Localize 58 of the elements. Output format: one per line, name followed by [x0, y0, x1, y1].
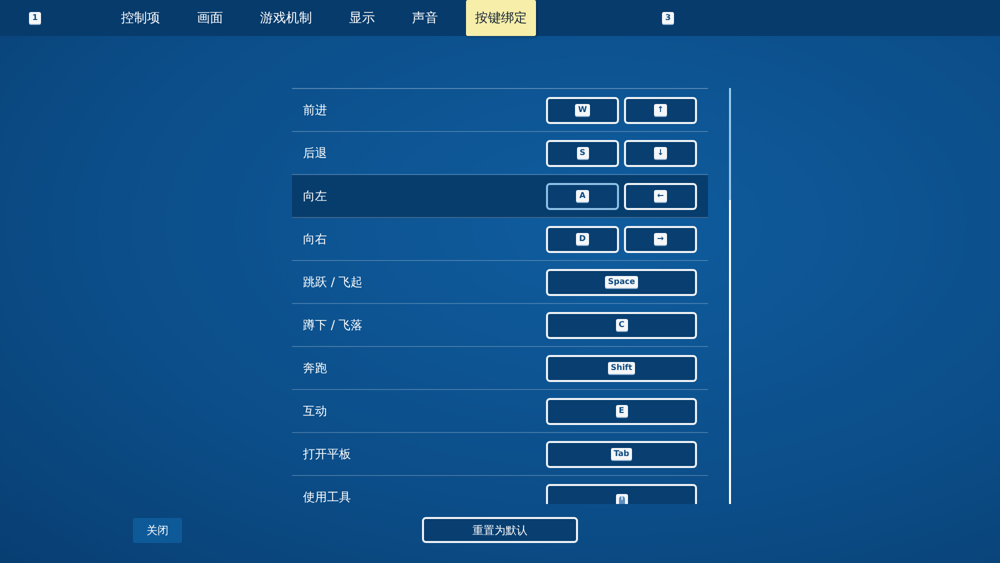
action-label: 奔跑	[303, 360, 328, 376]
key-label: Tab	[610, 448, 632, 460]
key-binding-button[interactable]: S	[546, 140, 619, 166]
binding-row[interactable]: 前进 W ↑	[292, 89, 708, 132]
action-label: 使用工具	[303, 488, 352, 504]
key-binding-button[interactable]: →	[624, 226, 697, 252]
action-label: 打开平板	[303, 446, 352, 462]
tab[interactable]: 显示	[340, 3, 384, 33]
binding-row[interactable]: 奔跑 Shift	[292, 347, 708, 390]
key-binding-button[interactable]: A	[546, 182, 619, 210]
key-binding-button[interactable]: D	[546, 226, 619, 252]
binding-row[interactable]: 向右 D →	[292, 218, 708, 261]
key-binding-button[interactable]: Tab	[546, 440, 697, 468]
action-label: 蹲下 / 飞落	[303, 316, 364, 334]
tab[interactable]: 游戏机制	[251, 3, 321, 33]
action-label: 后退	[303, 144, 328, 162]
key-binding-button[interactable]: E	[546, 398, 697, 424]
binding-row[interactable]: 向左 A ←	[292, 175, 708, 218]
binding-row[interactable]: 互动 E	[292, 390, 708, 433]
key-label: Space	[604, 276, 638, 288]
binding-row[interactable]: 蹲下 / 飞落 C	[292, 304, 708, 347]
key-label: A	[576, 190, 589, 202]
tab[interactable]: 声音	[403, 3, 447, 33]
action-label: 互动	[303, 402, 328, 420]
close-button[interactable]: 关闭	[133, 518, 182, 542]
key-label: →	[654, 233, 667, 245]
key-binding-button[interactable]: Space	[546, 268, 697, 296]
binding-row[interactable]: 后退 S ↓	[292, 132, 708, 175]
key-binding-button[interactable]: ↑	[624, 96, 697, 124]
key-label: C	[616, 319, 628, 331]
reset-defaults-button[interactable]: 重置为默认	[422, 517, 578, 543]
action-label: 跳跃 / 飞起	[303, 274, 364, 290]
key-binding-button[interactable]: ↓	[624, 140, 697, 166]
key-label: Shift	[608, 362, 636, 374]
key-label: S	[576, 147, 588, 159]
mouse-icon	[616, 494, 628, 504]
key-binding-button[interactable]: ←	[624, 182, 697, 210]
key-label: D	[576, 233, 589, 245]
tab[interactable]: 按键绑定	[466, 0, 536, 36]
key-label: W	[575, 104, 590, 116]
binding-row[interactable]: 跳跃 / 飞起 Space	[292, 261, 708, 304]
key-binding-button[interactable]	[546, 484, 697, 504]
key-label: ←	[654, 190, 667, 202]
key-label: ↓	[654, 147, 667, 159]
action-label: 前进	[303, 102, 328, 118]
key-label: 1	[29, 12, 41, 24]
action-label: 向右	[303, 230, 328, 248]
binding-row[interactable]: 打开平板 Tab	[292, 433, 708, 476]
tab[interactable]: 画面	[188, 3, 232, 33]
key-binding-button[interactable]: W	[546, 96, 619, 124]
key-label: ↑	[654, 104, 667, 116]
tab[interactable]: 控制项	[112, 3, 169, 33]
key-label: E	[616, 405, 628, 417]
key-binding-button[interactable]: Shift	[546, 354, 697, 382]
scrollbar[interactable]	[729, 88, 731, 504]
action-label: 向左	[303, 188, 328, 204]
key-binding-button[interactable]: C	[546, 312, 697, 338]
key-label: 3	[662, 12, 674, 24]
